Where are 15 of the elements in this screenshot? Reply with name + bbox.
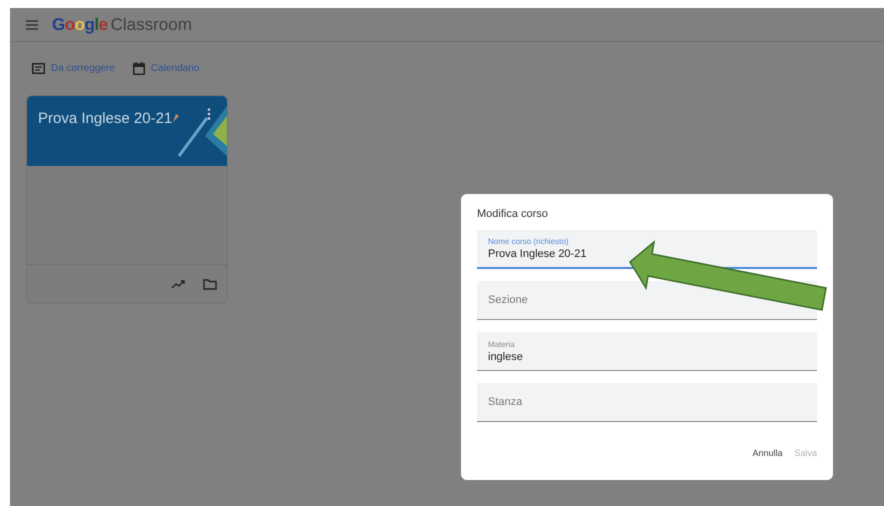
more-icon[interactable] xyxy=(207,108,211,120)
course-title[interactable]: Prova Inglese 20-21 xyxy=(38,110,172,127)
trend-icon[interactable] xyxy=(171,280,185,288)
input-field[interactable]: Nome corso (richiesto) Prova Inglese 20-21 xyxy=(477,230,817,269)
document-icon xyxy=(32,63,45,74)
dialog-button[interactable]: Annulla xyxy=(752,448,782,458)
input-field[interactable]: Materia inglese xyxy=(477,332,817,371)
input-field[interactable]: Stanza xyxy=(477,383,817,422)
dialog-title: Modifica corso xyxy=(477,208,549,220)
menu-icon[interactable] xyxy=(26,20,38,30)
calendar-icon xyxy=(132,62,145,75)
logo-wordmark: Google xyxy=(52,14,108,34)
product-name: Classroom xyxy=(110,14,192,34)
course-card[interactable]: Prova Inglese 20-21 xyxy=(26,95,228,304)
folder-icon[interactable] xyxy=(203,278,217,290)
